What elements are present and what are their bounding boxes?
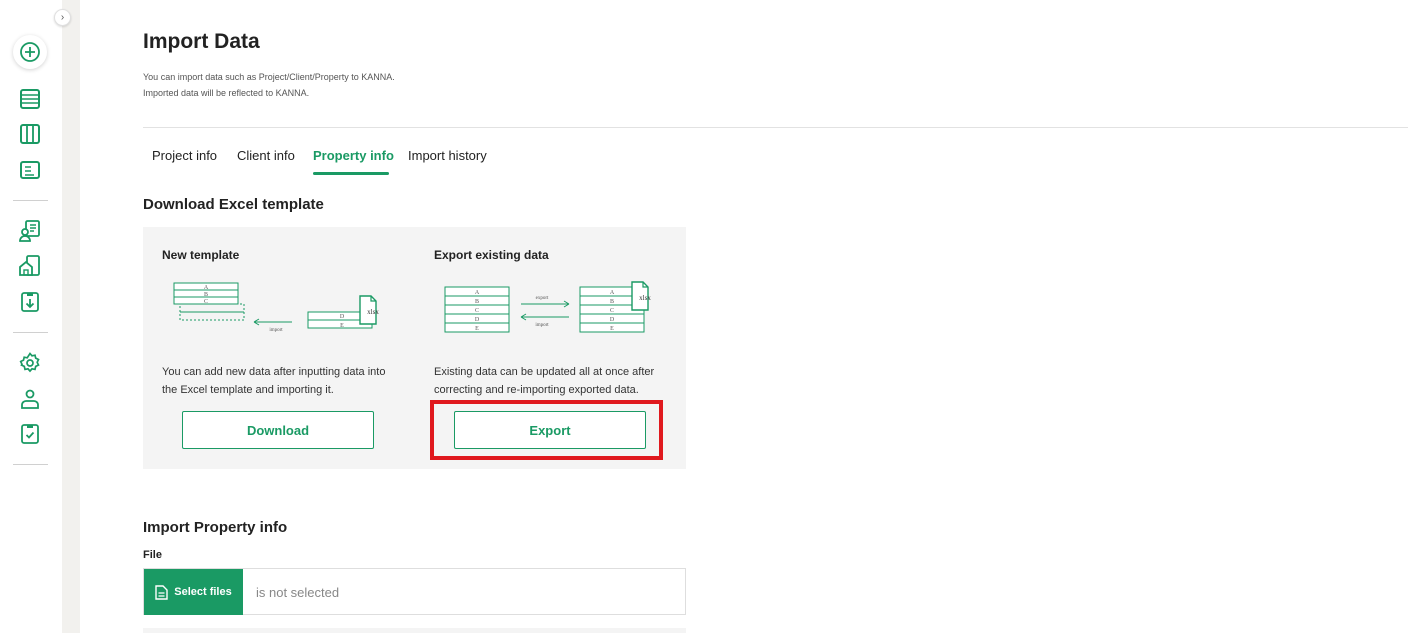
header-divider xyxy=(143,127,1408,128)
illus-row-label: B xyxy=(610,299,614,305)
import-illustration: A B C D E import xlsx xyxy=(173,282,379,333)
illus-row-label: A xyxy=(204,285,209,291)
tab-import-history[interactable]: Import history xyxy=(408,148,487,163)
illus-row-label: D xyxy=(475,317,480,323)
next-section-edge xyxy=(143,628,686,633)
page-description-line2: Imported data will be reflected to KANNA… xyxy=(143,88,310,98)
tab-property-info[interactable]: Property info xyxy=(313,148,394,163)
page-title: Import Data xyxy=(143,30,260,53)
clipboard-check-icon[interactable] xyxy=(18,422,42,446)
export-existing-description: Existing data can be updated all at once… xyxy=(434,366,655,396)
sidebar xyxy=(0,0,62,633)
download-button[interactable]: Download xyxy=(182,411,374,449)
new-template-description: You can add new data after inputting dat… xyxy=(162,366,386,396)
illus-arrow-label: import xyxy=(269,328,283,333)
add-circle-icon[interactable] xyxy=(13,35,47,69)
sidebar-divider xyxy=(13,200,48,201)
illus-row-label: B xyxy=(475,299,479,305)
tab-client-info[interactable]: Client info xyxy=(237,148,295,163)
illus-row-label: D xyxy=(340,314,345,320)
illus-row-label: D xyxy=(610,317,615,323)
tab-project-info[interactable]: Project info xyxy=(152,148,217,163)
illus-import-label: import xyxy=(535,323,549,328)
export-highlight-annotation xyxy=(430,400,663,460)
file-picker: Select files is not selected xyxy=(143,568,686,615)
illus-row-label: C xyxy=(475,308,479,314)
sidebar-collapse-toggle[interactable]: › xyxy=(54,9,71,26)
file-icon xyxy=(155,584,168,600)
illus-row-label: C xyxy=(610,308,614,314)
app-root: › Import Data You can import data such a… xyxy=(0,0,1408,633)
sidebar-divider xyxy=(13,332,48,333)
illus-row-label: E xyxy=(340,323,344,329)
user-icon[interactable] xyxy=(18,387,42,411)
select-files-button[interactable]: Select files xyxy=(144,569,243,615)
illus-row-label: B xyxy=(204,292,208,298)
illus-row-label: E xyxy=(475,326,479,332)
document-icon[interactable] xyxy=(18,158,42,182)
illus-export-label: export xyxy=(536,296,549,301)
illus-file-label: xlsx xyxy=(639,294,651,302)
select-files-label: Select files xyxy=(174,586,232,598)
download-section-title: Download Excel template xyxy=(143,196,324,213)
file-status-text: is not selected xyxy=(256,585,340,600)
page-description-line1: You can import data such as Project/Clie… xyxy=(143,72,395,82)
import-download-icon[interactable] xyxy=(18,290,42,314)
sidebar-divider xyxy=(13,464,48,465)
illus-row-label: E xyxy=(610,326,614,332)
export-existing-title: Export existing data xyxy=(434,248,549,262)
import-section-title: Import Property info xyxy=(143,519,288,536)
client-list-icon[interactable] xyxy=(18,219,42,243)
active-tab-indicator xyxy=(313,172,389,175)
illus-row-label: C xyxy=(204,299,208,305)
sidebar-edge xyxy=(62,0,80,633)
property-icon[interactable] xyxy=(18,254,42,278)
columns-icon[interactable] xyxy=(18,122,42,146)
settings-gear-icon[interactable] xyxy=(18,351,42,375)
file-field-label: File xyxy=(143,549,162,561)
illus-row-label: A xyxy=(610,290,615,296)
illus-row-label: A xyxy=(475,290,480,296)
new-template-title: New template xyxy=(162,248,240,262)
list-icon[interactable] xyxy=(18,87,42,111)
illus-file-label: xlsx xyxy=(367,308,379,316)
export-illustration: A B C D E A B C D E export import xlsx xyxy=(444,281,651,333)
